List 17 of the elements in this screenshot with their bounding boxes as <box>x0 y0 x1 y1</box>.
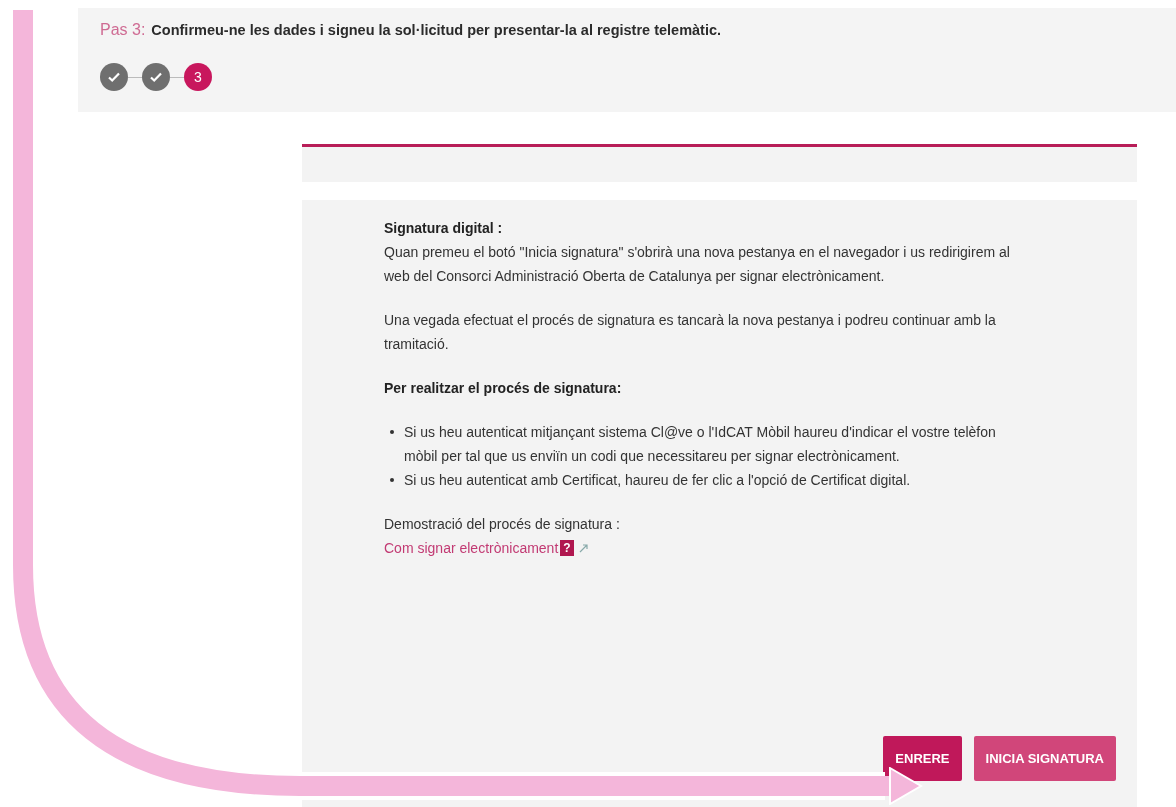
subheading: Per realitzar el procés de signatura: <box>384 379 623 398</box>
demo-link[interactable]: Com signar electrònicament <box>384 536 559 560</box>
paragraph: Una vegada efectuat el procés de signatura es tancarà la nova pestanya i podreu continuar amb la tramitació. <box>384 311 997 354</box>
step-label: Pas 3: <box>100 21 146 39</box>
bullet-item: Si us heu autenticat amb Certificat, haureu de fer clic a l'opció de Certificat digital. <box>404 471 911 490</box>
paragraph: Quan premeu el botó "Inicia signatura" s'obrirà una nova pestanya en el navegador i us redirigirem al web del Consorci Administració Oberta de Catalunya per signar electrònicament. <box>384 243 1011 286</box>
step-title: Confirmeu-ne les dades i signeu la sol·licitud per presentar-la al registre telemàtic. <box>151 22 722 38</box>
demo-label: Demostració del procés de signatura : <box>384 515 621 534</box>
start-signature-button[interactable]: INICIA SIGNATURA <box>973 736 1116 781</box>
section-title: Signatura digital : <box>384 219 504 238</box>
bullet-icon <box>390 430 394 434</box>
bullet-icon <box>390 478 394 482</box>
bullet-item: Si us heu autenticat mitjançant sistema Cl@ve o l'IdCAT Mòbil haureu d'indicar el vostre telèfon mòbil per tal que us enviïn un codi que necessitareu per signar electrònicament. <box>404 423 997 466</box>
external-link-icon <box>578 543 588 553</box>
back-button[interactable]: ENRERE <box>883 736 962 781</box>
help-icon[interactable]: ? <box>560 540 574 556</box>
current-step: 3 <box>184 63 212 91</box>
